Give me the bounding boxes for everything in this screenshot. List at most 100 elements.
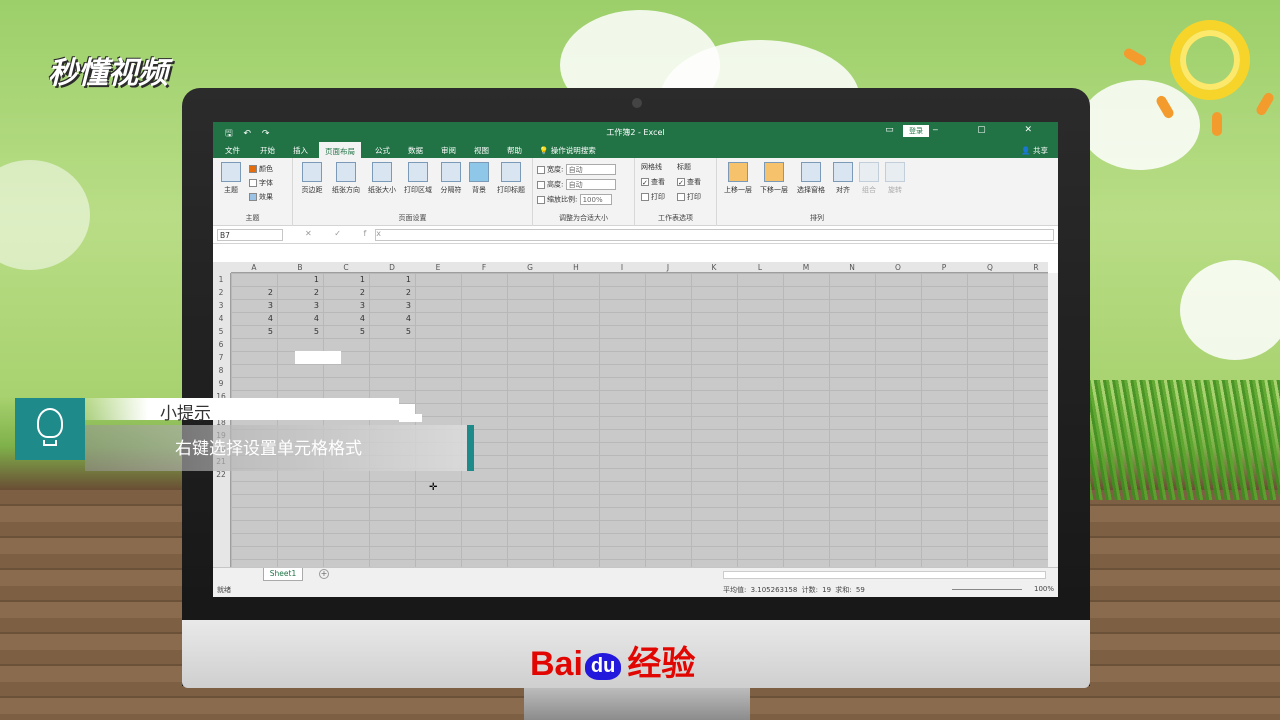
tab-formulas[interactable]: 公式 (375, 145, 390, 156)
column-header-q[interactable]: Q (967, 263, 1013, 272)
scale-input[interactable]: 100% (579, 194, 612, 205)
background-button[interactable]: 背景 (467, 162, 491, 195)
row-header-6[interactable]: 6 (213, 340, 229, 349)
cell-value[interactable]: 2 (323, 288, 369, 297)
height-select[interactable]: 自动 (565, 179, 616, 190)
group-button[interactable]: 组合 (857, 162, 881, 195)
row-header-8[interactable]: 8 (213, 366, 229, 375)
gridlines-view-checkbox[interactable]: ✓ 查看 (641, 177, 665, 187)
arrange-group: 上移一层 下移一层 选择窗格 对齐 组合 旋转 排列 (717, 158, 917, 226)
breaks-button[interactable]: 分隔符 (437, 162, 465, 195)
window-controls[interactable]: ▭ ‒ ▢ ✕ (885, 125, 1050, 135)
selected-cell-b7[interactable] (295, 351, 341, 364)
tell-me-search[interactable]: 💡 操作说明搜索 (539, 145, 596, 156)
column-header-e[interactable]: E (415, 263, 461, 272)
sheet-tab-sheet1[interactable]: Sheet1 (263, 568, 303, 581)
cell-value[interactable]: 4 (231, 314, 277, 323)
row-header-1[interactable]: 1 (213, 275, 229, 284)
print-titles-button[interactable]: 打印标题 (493, 162, 529, 195)
formula-input[interactable] (375, 229, 1054, 241)
column-headers: ABCDEFGHIJKLMNOPQR (231, 262, 1048, 273)
size-button[interactable]: 纸张大小 (365, 162, 399, 195)
height-row: 高度: 自动 (537, 179, 616, 190)
cell-value[interactable]: 2 (277, 288, 323, 297)
row-header-2[interactable]: 2 (213, 288, 229, 297)
zoom-slider[interactable] (952, 589, 1022, 590)
rotate-button[interactable]: 旋转 (883, 162, 907, 195)
add-sheet-button[interactable]: + (319, 569, 329, 579)
column-header-g[interactable]: G (507, 263, 553, 272)
zoom-level[interactable]: 100% (1034, 585, 1054, 593)
horizontal-scrollbar[interactable] (723, 571, 1046, 579)
cell-value[interactable]: 4 (277, 314, 323, 323)
tab-view[interactable]: 视图 (474, 145, 489, 156)
cell-value[interactable]: 3 (231, 301, 277, 310)
colors-button[interactable]: 颜色 (249, 164, 273, 174)
column-header-k[interactable]: K (691, 263, 737, 272)
tab-data[interactable]: 数据 (408, 145, 423, 156)
tab-file[interactable]: 文件 (225, 145, 240, 156)
share-button[interactable]: 👤 共享 (1021, 145, 1048, 156)
send-backward-button[interactable]: 下移一层 (757, 162, 791, 195)
tab-home[interactable]: 开始 (260, 145, 275, 156)
cell-value[interactable]: 3 (323, 301, 369, 310)
cell-value[interactable]: 1 (277, 275, 323, 284)
name-box[interactable]: B7 (217, 229, 283, 241)
tab-page-layout[interactable]: 页面布局 (319, 142, 361, 158)
row-header-4[interactable]: 4 (213, 314, 229, 323)
cell-value[interactable]: 4 (323, 314, 369, 323)
themes-button[interactable]: 主题 (219, 162, 243, 195)
print-area-button[interactable]: 打印区域 (401, 162, 435, 195)
column-header-r[interactable]: R (1013, 263, 1058, 272)
column-header-f[interactable]: F (461, 263, 507, 272)
cell-value[interactable]: 1 (323, 275, 369, 284)
cell-value[interactable]: 2 (231, 288, 277, 297)
effects-button[interactable]: 效果 (249, 192, 273, 202)
column-header-d[interactable]: D (369, 263, 415, 272)
column-header-i[interactable]: I (599, 263, 645, 272)
row-header-5[interactable]: 5 (213, 327, 229, 336)
cell-value[interactable]: 5 (369, 327, 415, 336)
tip-body: 右键选择设置单元格格式 (175, 439, 362, 459)
headings-print-checkbox[interactable]: 打印 (677, 192, 701, 202)
orientation-button[interactable]: 纸张方向 (329, 162, 363, 195)
cell-value[interactable]: 4 (369, 314, 415, 323)
cell-value[interactable]: 5 (323, 327, 369, 336)
column-header-a[interactable]: A (231, 263, 277, 272)
column-header-o[interactable]: O (875, 263, 921, 272)
column-header-b[interactable]: B (277, 263, 323, 272)
bring-forward-button[interactable]: 上移一层 (721, 162, 755, 195)
width-select[interactable]: 自动 (565, 164, 616, 175)
column-header-m[interactable]: M (783, 263, 829, 272)
select-all-corner[interactable] (213, 262, 231, 273)
column-header-c[interactable]: C (323, 263, 369, 272)
column-header-p[interactable]: P (921, 263, 967, 272)
selection-pane-button[interactable]: 选择窗格 (793, 162, 829, 195)
margins-button[interactable]: 页边距 (297, 162, 327, 195)
tab-review[interactable]: 审阅 (441, 145, 456, 156)
cell-value[interactable]: 3 (369, 301, 415, 310)
scale-row: 缩放比例: 100% (537, 194, 612, 205)
tab-insert[interactable]: 插入 (293, 145, 308, 156)
fonts-button[interactable]: 字体 (249, 178, 273, 188)
vertical-scrollbar[interactable] (1048, 273, 1058, 567)
headings-view-checkbox[interactable]: ✓ 查看 (677, 177, 701, 187)
row-header-22[interactable]: 22 (213, 470, 229, 479)
cell-value[interactable]: 1 (369, 275, 415, 284)
row-header-3[interactable]: 3 (213, 301, 229, 310)
column-header-n[interactable]: N (829, 263, 875, 272)
send-backward-icon (764, 162, 784, 182)
cell-value[interactable]: 5 (231, 327, 277, 336)
cell-value[interactable]: 5 (277, 327, 323, 336)
cell-value[interactable]: 2 (369, 288, 415, 297)
gridlines-print-checkbox[interactable]: 打印 (641, 192, 665, 202)
align-button[interactable]: 对齐 (831, 162, 855, 195)
row-header-7[interactable]: 7 (213, 353, 229, 362)
cell-value[interactable]: 3 (277, 301, 323, 310)
column-header-l[interactable]: L (737, 263, 783, 272)
tab-help[interactable]: 帮助 (507, 145, 522, 156)
column-header-h[interactable]: H (553, 263, 599, 272)
column-header-j[interactable]: J (645, 263, 691, 272)
row-header-9[interactable]: 9 (213, 379, 229, 388)
cell-grid[interactable]: 1112222333344445555 (231, 273, 1048, 567)
